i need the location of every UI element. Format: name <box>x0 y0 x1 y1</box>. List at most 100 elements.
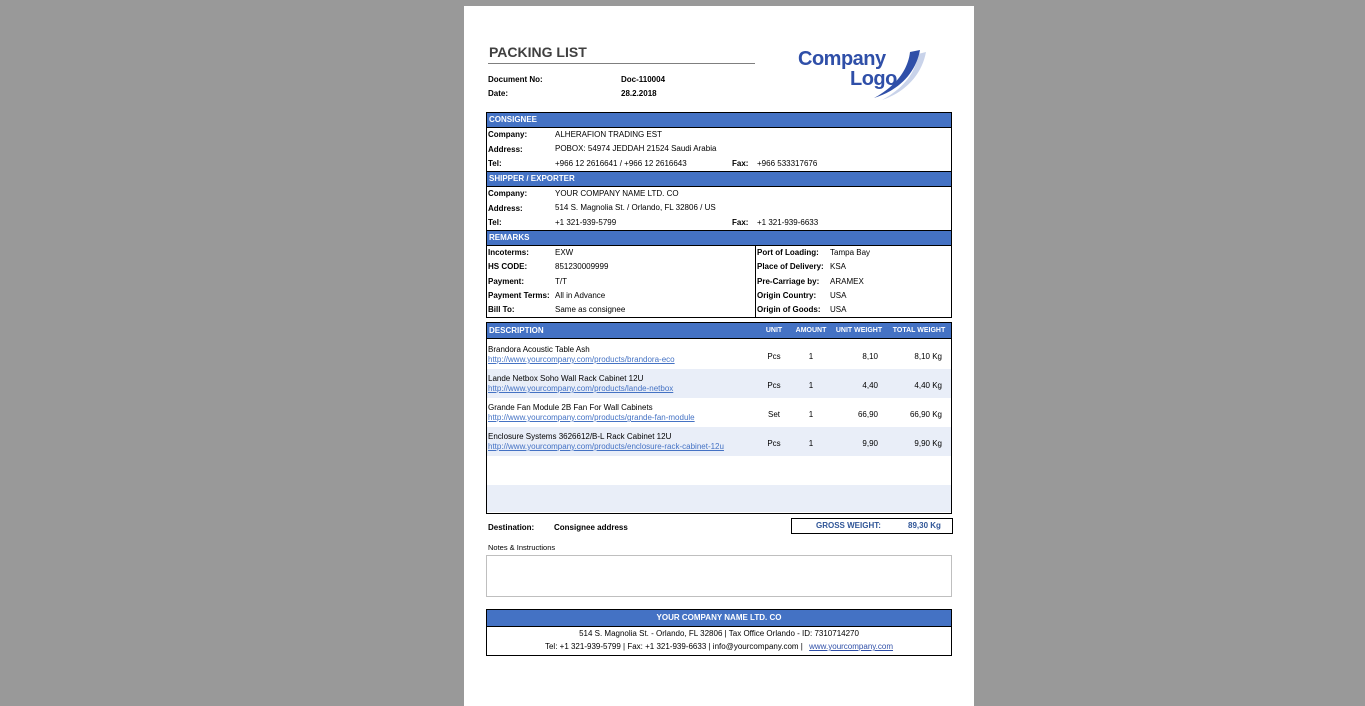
item-unit-weight: 9,90 <box>862 439 878 448</box>
item-link[interactable]: http://www.yourcompany.com/products/land… <box>488 384 673 394</box>
item-amount: 1 <box>808 410 814 419</box>
item-name: Brandora Acoustic Table Ash <box>488 345 590 354</box>
origin-country-label: Origin Country: <box>757 291 817 300</box>
doc-no-label: Document No: <box>488 75 543 84</box>
col-total-weight: TOTAL WEIGHT <box>892 327 946 334</box>
footer-contact: Tel: +1 321-939-5799 | Fax: +1 321-939-6… <box>544 642 803 651</box>
item-unit: Set <box>767 410 780 419</box>
item-unit-weight: 4,40 <box>862 381 878 390</box>
items-table: DESCRIPTION UNIT AMOUNT UNIT WEIGHT TOTA… <box>486 322 952 514</box>
shipper-address-label: Address: <box>488 204 523 213</box>
table-row: Lande Netbox Soho Wall Rack Cabinet 12U … <box>487 369 951 398</box>
footer-contact-line: Tel: +1 321-939-5799 | Fax: +1 321-939-6… <box>487 642 951 652</box>
table-row-empty <box>487 456 951 485</box>
gross-weight-box: GROSS WEIGHT: 89,30 Kg <box>791 518 953 534</box>
shipper-tel: +1 321-939-5799 <box>555 218 617 227</box>
origin-goods-label: Origin of Goods: <box>757 305 821 314</box>
item-name: Lande Netbox Soho Wall Rack Cabinet 12U <box>488 374 644 383</box>
col-unit-weight: UNIT WEIGHT <box>835 327 883 334</box>
consignee-fax: +966 533317676 <box>757 159 818 168</box>
consignee-tel: +966 12 2616641 / +966 12 2616643 <box>555 159 687 168</box>
gross-weight-label: GROSS WEIGHT: <box>816 521 881 530</box>
bill-to-value: Same as consignee <box>555 305 626 314</box>
remarks-section: REMARKS Incoterms: EXW HS CODE: 85123000… <box>486 230 952 318</box>
item-amount: 1 <box>808 381 814 390</box>
destination-value: Consignee address <box>554 523 628 532</box>
incoterms-value: EXW <box>555 248 574 257</box>
port-of-loading-label: Port of Loading: <box>757 248 819 257</box>
item-unit: Pcs <box>767 381 781 390</box>
pre-carriage-label: Pre-Carriage by: <box>757 277 820 286</box>
logo-text-logo: Logo <box>850 68 897 90</box>
item-unit: Pcs <box>767 352 781 361</box>
item-unit-weight: 66,90 <box>857 410 878 419</box>
item-name: Enclosure Systems 3626612/B-L Rack Cabin… <box>488 432 672 441</box>
remarks-header: REMARKS <box>487 231 951 246</box>
item-total-weight: 9,90 Kg <box>914 439 942 448</box>
title-divider <box>488 63 755 64</box>
origin-country-value: USA <box>830 291 847 300</box>
consignee-company-label: Company: <box>488 130 528 139</box>
item-link[interactable]: http://www.yourcompany.com/products/encl… <box>488 442 724 452</box>
shipper-fax-label: Fax: <box>732 218 749 227</box>
document-title: PACKING LIST <box>489 44 587 60</box>
shipper-section: SHIPPER / EXPORTER Company: YOUR COMPANY… <box>486 171 952 231</box>
footer-company: YOUR COMPANY NAME LTD. CO <box>487 610 951 627</box>
col-unit: UNIT <box>765 327 783 334</box>
shipper-company-label: Company: <box>488 189 528 198</box>
document-page: PACKING LIST Document No: Doc-110004 Dat… <box>464 6 974 706</box>
item-link[interactable]: http://www.yourcompany.com/products/gran… <box>488 413 695 423</box>
port-of-loading-value: Tampa Bay <box>830 248 871 257</box>
item-total-weight: 4,40 Kg <box>914 381 942 390</box>
col-amount: AMOUNT <box>795 327 827 334</box>
consignee-fax-label: Fax: <box>732 159 749 168</box>
origin-goods-value: USA <box>830 305 847 314</box>
incoterms-label: Incoterms: <box>488 248 529 257</box>
payment-value: T/T <box>555 277 567 286</box>
table-row-empty <box>487 485 951 512</box>
company-logo: Company Logo <box>794 44 944 104</box>
date-value: 28.2.2018 <box>621 89 657 98</box>
item-unit: Pcs <box>767 439 781 448</box>
payment-terms-value: All in Advance <box>555 291 606 300</box>
destination-label: Destination: <box>488 523 535 532</box>
shipper-address: 514 S. Magnolia St. / Orlando, FL 32806 … <box>555 203 716 212</box>
table-row: Enclosure Systems 3626612/B-L Rack Cabin… <box>487 427 951 456</box>
col-description: DESCRIPTION <box>489 326 544 335</box>
item-unit-weight: 8,10 <box>862 352 878 361</box>
footer-section: YOUR COMPANY NAME LTD. CO 514 S. Magnoli… <box>486 609 952 656</box>
doc-no-value: Doc-110004 <box>621 75 666 84</box>
footer-website-link[interactable]: www.yourcompany.com <box>809 642 893 651</box>
table-row: Grande Fan Module 2B Fan For Wall Cabine… <box>487 398 951 427</box>
hs-code-label: HS CODE: <box>488 262 528 271</box>
footer-address-line: 514 S. Magnolia St. - Orlando, FL 32806 … <box>579 629 859 638</box>
consignee-address-label: Address: <box>488 145 523 154</box>
consignee-header: CONSIGNEE <box>487 113 951 128</box>
bill-to-label: Bill To: <box>488 305 515 314</box>
table-row: Brandora Acoustic Table Ash http://www.y… <box>487 340 951 369</box>
consignee-section: CONSIGNEE Company: ALHERAFION TRADING ES… <box>486 112 952 172</box>
consignee-address: POBOX: 54974 JEDDAH 21524 Saudi Arabia <box>555 144 717 153</box>
shipper-fax: +1 321-939-6633 <box>757 218 819 227</box>
gross-weight-underline <box>791 533 953 534</box>
date-label: Date: <box>488 89 509 98</box>
item-total-weight: 8,10 Kg <box>914 352 942 361</box>
shipper-tel-label: Tel: <box>488 218 502 227</box>
place-of-delivery-value: KSA <box>830 262 847 271</box>
item-total-weight: 66,90 Kg <box>909 410 942 419</box>
shipper-company: YOUR COMPANY NAME LTD. CO <box>555 189 679 198</box>
notes-box[interactable] <box>486 555 952 597</box>
item-amount: 1 <box>808 439 814 448</box>
item-amount: 1 <box>808 352 814 361</box>
notes-label: Notes & Instructions <box>488 543 556 552</box>
consignee-company: ALHERAFION TRADING EST <box>555 130 662 139</box>
gross-weight-value: 89,30 Kg <box>908 521 941 530</box>
shipper-header: SHIPPER / EXPORTER <box>487 172 951 187</box>
place-of-delivery-label: Place of Delivery: <box>757 262 824 271</box>
payment-terms-label: Payment Terms: <box>488 291 550 300</box>
item-name: Grande Fan Module 2B Fan For Wall Cabine… <box>488 403 653 412</box>
pre-carriage-value: ARAMEX <box>830 277 864 286</box>
item-link[interactable]: http://www.yourcompany.com/products/bran… <box>488 355 675 365</box>
consignee-tel-label: Tel: <box>488 159 502 168</box>
payment-label: Payment: <box>488 277 525 286</box>
